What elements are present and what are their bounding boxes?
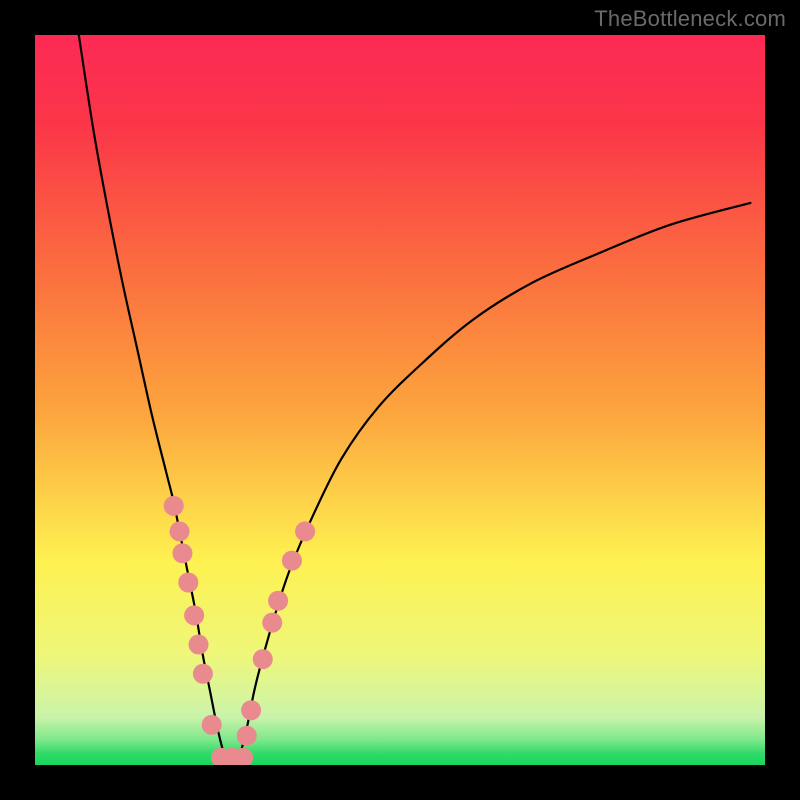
- outer-frame: TheBottleneck.com: [0, 0, 800, 800]
- data-dot: [237, 726, 257, 746]
- data-dot: [189, 635, 209, 655]
- data-dots: [164, 496, 315, 765]
- data-dot: [170, 521, 190, 541]
- data-dot: [253, 649, 273, 669]
- data-dot: [164, 496, 184, 516]
- data-dot: [202, 715, 222, 735]
- curve-right: [239, 203, 750, 758]
- data-dot: [295, 521, 315, 541]
- data-dot: [193, 664, 213, 684]
- data-dot: [178, 573, 198, 593]
- data-dot: [262, 613, 282, 633]
- plot-area: [35, 35, 765, 765]
- data-dot: [184, 605, 204, 625]
- watermark-text: TheBottleneck.com: [594, 6, 786, 32]
- data-dot: [282, 551, 302, 571]
- data-dot: [172, 543, 192, 563]
- data-dot: [268, 591, 288, 611]
- data-dot: [241, 700, 261, 720]
- curve-layer: [35, 35, 765, 765]
